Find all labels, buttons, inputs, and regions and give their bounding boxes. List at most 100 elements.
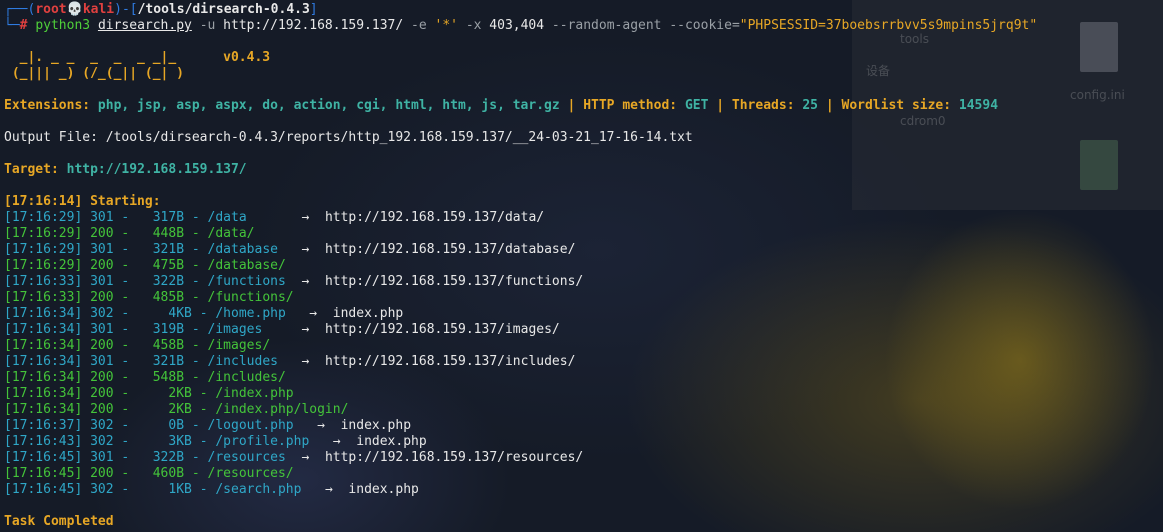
result-status: 301 [90,322,114,337]
result-status: 200 [90,290,114,305]
result-path: /functions [207,274,286,289]
command-line[interactable]: └─# python3 dirsearch.py -u http://192.1… [4,18,1163,34]
prompt-user: root [35,2,67,17]
result-size: 475B [137,258,185,273]
result-status: 302 [90,418,114,433]
redirect-arrow-icon: → [332,434,341,449]
result-time: [17:16:45] [4,450,83,465]
terminal-output[interactable]: ┌──(root💀kali)-[/tools/dirsearch-0.4.3] … [4,2,1163,530]
redirect-arrow-icon: → [301,242,310,257]
result-path: /logout.php [207,418,302,433]
result-row: [17:16:29] 301 - 317B - /data → http://1… [4,210,545,225]
cmd-python: python3 [35,18,91,33]
method-value: GET [684,98,709,113]
result-row: [17:16:34] 200 - 2KB - /index.php [4,386,294,401]
result-path: /database/ [207,258,286,273]
result-redirect: http://192.168.159.137/functions/ [324,274,584,289]
result-size: 2KB [137,402,192,417]
redirect-arrow-icon: → [301,274,310,289]
result-status: 200 [90,226,114,241]
result-row: [17:16:45] 301 - 322B - /resources → htt… [4,450,584,465]
target-url: http://192.168.159.137/ [66,162,247,177]
threads-label: Threads: [731,98,795,113]
banner-art-2: (_||| _) (/_(_|| (_| ) [4,66,185,81]
result-path: /index.php [215,386,294,401]
result-status: 302 [90,434,114,449]
result-row: [17:16:29] 200 - 448B - /data/ [4,226,255,241]
result-path: /data/ [207,226,255,241]
threads-value: 25 [802,98,819,113]
result-path: /home.php [215,306,294,321]
result-path: /database [207,242,286,257]
result-row: [17:16:45] 200 - 460B - /resources/ [4,466,294,481]
prompt-host: kali [82,2,115,17]
result-size: 460B [137,466,185,481]
result-path: /resources [207,450,286,465]
result-row: [17:16:34] 200 - 548B - /includes/ [4,370,286,385]
result-path: /search.php [215,482,310,497]
cmd-e-val: '*' [434,18,458,33]
result-size: 548B [137,370,185,385]
ext-label: Extensions: [4,98,91,113]
result-size: 0B [137,418,185,433]
redirect-arrow-icon: → [301,210,310,225]
result-time: [17:16:37] [4,418,83,433]
result-status: 301 [90,210,114,225]
result-time: [17:16:45] [4,482,83,497]
result-time: [17:16:34] [4,338,83,353]
cmd-cookie-flag: --cookie= [669,18,740,33]
result-path: /images [207,322,286,337]
cmd-script: dirsearch.py [97,18,192,33]
result-status: 200 [90,338,114,353]
cmd-agent: --random-agent [551,18,662,33]
target-line: Target: http://192.168.159.137/ [4,162,1163,178]
result-path: /includes/ [207,370,286,385]
prompt-hash: # [19,18,28,33]
cmd-e-flag: -e [411,18,427,33]
cmd-u-flag: -u [199,18,216,33]
cmd-x-val: 403,404 [489,18,545,33]
result-time: [17:16:33] [4,290,83,305]
result-row: [17:16:37] 302 - 0B - /logout.php → inde… [4,418,412,433]
result-size: 322B [137,274,185,289]
redirect-arrow-icon: → [301,354,310,369]
result-status: 301 [90,354,114,369]
result-status: 301 [90,242,114,257]
ext-value: php, jsp, asp, aspx, do, action, cgi, ht… [97,98,560,113]
result-size: 319B [137,322,185,337]
result-time: [17:16:34] [4,370,83,385]
result-time: [17:16:29] [4,210,83,225]
result-time: [17:16:34] [4,322,83,337]
result-path: /functions/ [207,290,294,305]
redirect-arrow-icon: → [301,450,310,465]
result-row: [17:16:43] 302 - 3KB - /profile.php → in… [4,434,427,449]
wordlist-value: 14594 [958,98,999,113]
result-time: [17:16:34] [4,306,83,321]
result-time: [17:16:45] [4,466,83,481]
result-row: [17:16:45] 302 - 1KB - /search.php → ind… [4,482,419,497]
result-path: /data [207,210,286,225]
cmd-cookie-val: "PHPSESSID=37boebsrrbvv5s9mpins5jrq9t" [739,18,1038,33]
result-time: [17:16:29] [4,258,83,273]
redirect-arrow-icon: → [309,306,318,321]
prompt-path: /tools/dirsearch-0.4.3 [137,2,310,17]
redirect-arrow-icon: → [324,482,333,497]
skull-icon: 💀 [66,2,83,17]
result-row: [17:16:34] 301 - 321B - /includes → http… [4,354,576,369]
result-row: [17:16:29] 200 - 475B - /database/ [4,258,286,273]
wordlist-label: Wordlist size: [841,98,952,113]
prompt-corner: ┌──( [4,2,36,17]
cmd-url: http://192.168.159.137/ [223,18,404,33]
result-status: 302 [90,306,114,321]
results-list: [17:16:29] 301 - 317B - /data → http://1… [4,210,1163,498]
result-redirect: index.php [356,434,427,449]
result-time: [17:16:43] [4,434,83,449]
result-time: [17:16:34] [4,386,83,401]
result-size: 485B [137,290,185,305]
result-path: /includes [207,354,286,369]
result-size: 321B [137,354,185,369]
result-redirect: index.php [340,418,412,433]
